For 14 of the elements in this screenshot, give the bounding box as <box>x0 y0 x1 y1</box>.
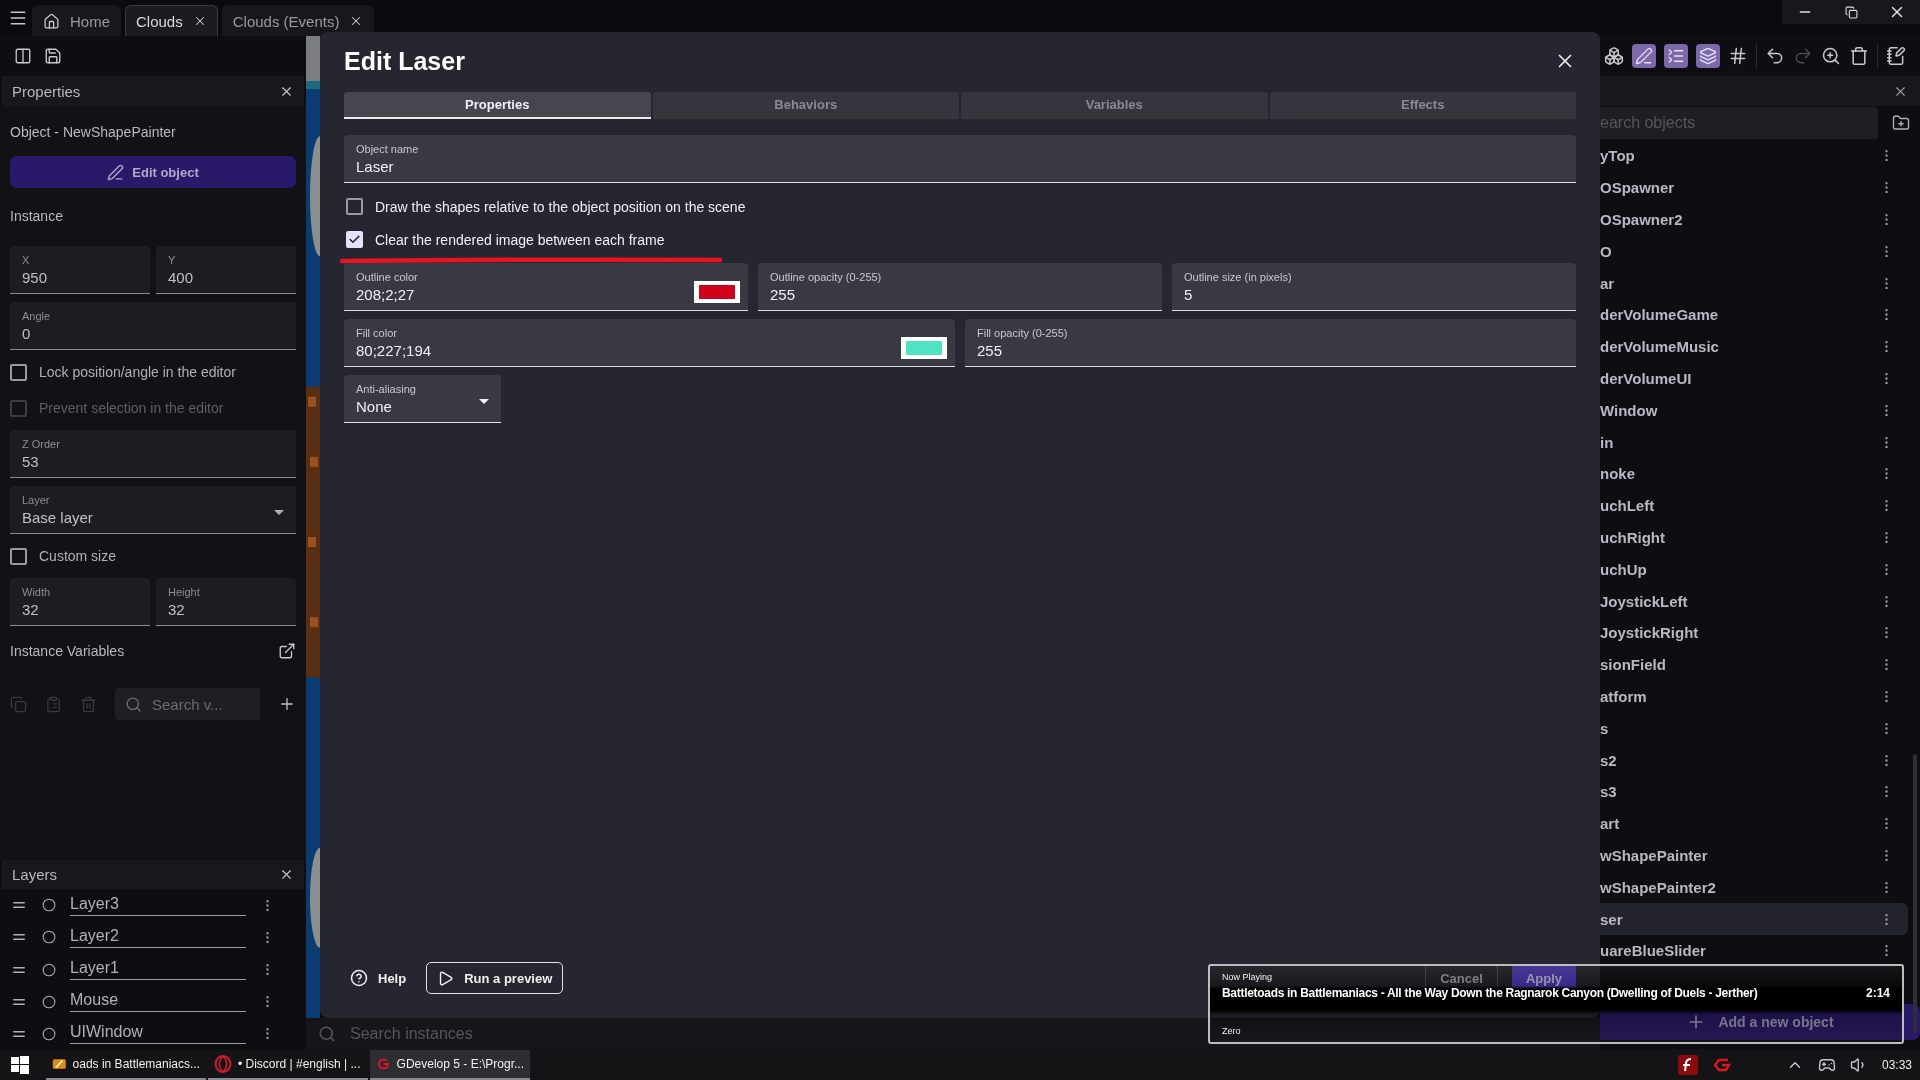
track-time: 2:14 <box>1865 986 1890 1000</box>
object-label: Object - NewShapePainter <box>10 124 177 140</box>
popup-heading: Now Playing <box>1222 972 1273 982</box>
checkbox-label: Clear the rendered image between each frame <box>375 231 665 248</box>
artist-name: Zero <box>1222 1026 1241 1036</box>
checkbox-label: Prevent selection in the editor <box>39 400 224 416</box>
dialog-title: Edit Laser <box>344 46 465 76</box>
checkbox-label: Draw the shapes relative to the object position on the scene <box>375 198 746 215</box>
checkbox-label: Lock position/angle in the editor <box>39 364 236 380</box>
panel-title: Layers <box>12 866 58 884</box>
section-title: Instance <box>10 208 64 224</box>
checkbox-label: Custom size <box>39 548 117 564</box>
panel-title: Properties <box>12 82 81 100</box>
section-title: Instance Variables <box>10 643 125 659</box>
